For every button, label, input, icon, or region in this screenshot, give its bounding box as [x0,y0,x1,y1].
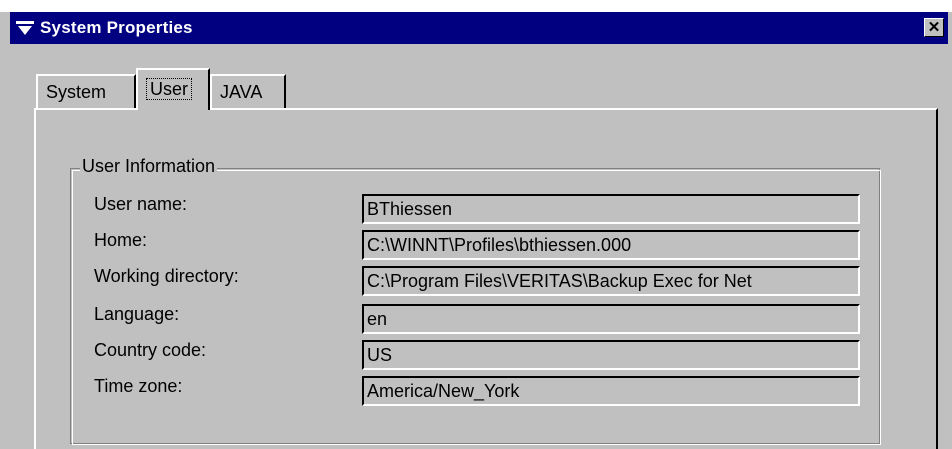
language-label: Language: [94,304,180,324]
tab-system-label: System [46,82,107,102]
language-field[interactable]: en [362,304,860,334]
country-code-field[interactable]: US [362,340,860,370]
top-strip [0,0,952,12]
tab-user-label: User [146,78,193,100]
group-title: User Information [80,156,218,177]
tab-system[interactable]: System [36,74,136,110]
working-directory-field[interactable]: C:\Program Files\VERITAS\Backup Exec for… [362,266,860,296]
close-button[interactable]: ✕ [924,18,944,37]
user-name-label: User name: [94,194,188,214]
window-title: System Properties [40,18,193,37]
home-label: Home: [94,230,148,250]
country-code-label: Country code: [94,340,207,360]
menu-icon[interactable] [16,20,34,36]
working-directory-label: Working directory: [94,266,239,286]
title-bar[interactable]: System Properties ✕ [10,12,948,44]
tab-java-label: JAVA [220,82,263,102]
tab-user[interactable]: User [136,68,210,110]
home-field[interactable]: C:\WINNT\Profiles\bthiessen.000 [362,230,860,260]
time-zone-label: Time zone: [94,376,183,396]
tab-java[interactable]: JAVA [210,74,286,110]
time-zone-field[interactable]: America/New_York [362,376,860,406]
user-name-field[interactable]: BThiessen [362,194,860,224]
close-icon: ✕ [927,19,941,36]
